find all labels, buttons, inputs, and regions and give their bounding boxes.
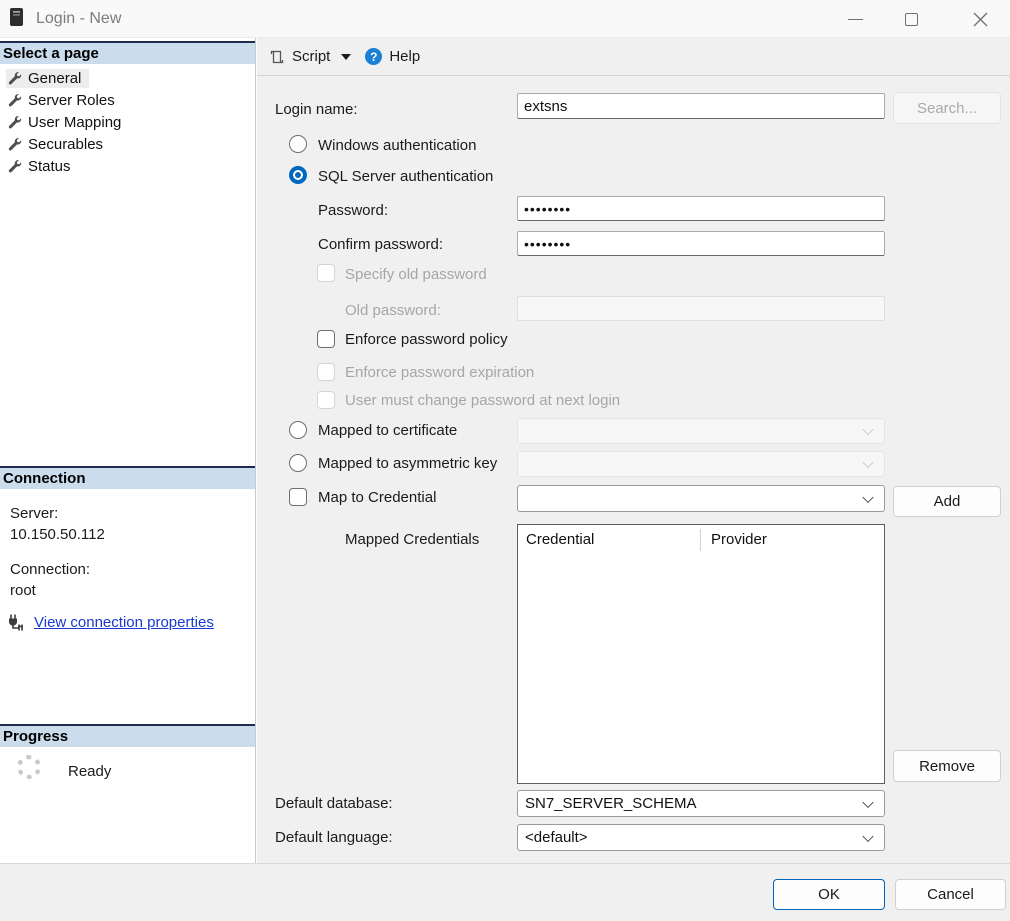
title-bar: Login - New bbox=[0, 0, 1010, 38]
close-button[interactable] bbox=[958, 0, 1002, 38]
progress-spinner-icon bbox=[17, 755, 41, 779]
enforce-password-policy-label: Enforce password policy bbox=[345, 331, 508, 348]
server-label: Server: bbox=[10, 505, 58, 522]
chevron-down-icon bbox=[862, 491, 873, 502]
cancel-button[interactable]: Cancel bbox=[895, 879, 1006, 910]
dialog-toolbar: Script ? Help bbox=[257, 38, 1010, 76]
connection-header: Connection bbox=[0, 466, 255, 489]
sidebar-item-securables[interactable]: Securables bbox=[0, 133, 111, 155]
mapped-credentials-label: Mapped Credentials bbox=[345, 531, 479, 548]
must-change-password-checkbox bbox=[317, 391, 335, 409]
wrench-icon bbox=[8, 71, 22, 85]
sidebar-item-server-roles[interactable]: Server Roles bbox=[0, 89, 123, 111]
default-database-label: Default database: bbox=[275, 795, 393, 812]
windows-authentication-label: Windows authentication bbox=[318, 137, 476, 154]
chevron-down-icon bbox=[862, 796, 873, 807]
connection-value: root bbox=[10, 582, 36, 599]
help-icon: ? bbox=[365, 48, 382, 65]
wrench-icon bbox=[8, 115, 22, 129]
specify-old-password-label: Specify old password bbox=[345, 266, 487, 283]
minimize-button[interactable] bbox=[833, 0, 877, 38]
default-language-select[interactable]: <default> bbox=[517, 824, 885, 851]
remove-button[interactable]: Remove bbox=[893, 750, 1001, 782]
enforce-password-expiration-label: Enforce password expiration bbox=[345, 364, 534, 381]
help-label: Help bbox=[389, 48, 420, 65]
password-label: Password: bbox=[318, 202, 388, 219]
specify-old-password-checkbox bbox=[317, 264, 335, 282]
default-language-label: Default language: bbox=[275, 829, 393, 846]
mapped-to-certificate-radio[interactable] bbox=[289, 421, 307, 439]
wrench-icon bbox=[8, 137, 22, 151]
server-value: 10.150.50.112 bbox=[10, 526, 105, 543]
login-name-label: Login name: bbox=[275, 101, 358, 118]
sidebar-item-user-mapping[interactable]: User Mapping bbox=[0, 111, 129, 133]
credential-column-header: Credential bbox=[518, 529, 701, 551]
sidebar-item-label: General bbox=[28, 70, 81, 87]
mapped-to-certificate-label: Mapped to certificate bbox=[318, 422, 457, 439]
map-to-credential-checkbox[interactable] bbox=[289, 488, 307, 506]
maximize-button[interactable] bbox=[889, 0, 933, 38]
sidebar: Select a page General Server Roles User … bbox=[0, 38, 256, 863]
credential-select[interactable] bbox=[517, 485, 885, 512]
enforce-password-expiration-checkbox bbox=[317, 363, 335, 381]
mapped-to-asymmetric-key-radio[interactable] bbox=[289, 454, 307, 472]
maximize-icon bbox=[905, 13, 918, 26]
chevron-down-icon bbox=[341, 54, 351, 60]
default-language-value: <default> bbox=[525, 829, 588, 846]
connection-label: Connection: bbox=[10, 561, 90, 578]
confirm-password-label: Confirm password: bbox=[318, 236, 443, 253]
close-icon bbox=[973, 12, 988, 27]
script-button[interactable]: Script bbox=[269, 48, 351, 65]
sidebar-item-label: Server Roles bbox=[28, 92, 115, 109]
plug-icon bbox=[6, 613, 25, 632]
script-icon bbox=[269, 49, 285, 65]
asymmetric-key-select bbox=[517, 451, 885, 477]
confirm-password-input[interactable] bbox=[517, 231, 885, 256]
chevron-down-icon bbox=[862, 457, 873, 468]
map-to-credential-label: Map to Credential bbox=[318, 489, 436, 506]
sidebar-item-label: Status bbox=[28, 158, 71, 175]
mapped-credentials-table[interactable]: Credential Provider bbox=[517, 524, 885, 784]
ok-button[interactable]: OK bbox=[773, 879, 885, 910]
sidebar-item-label: User Mapping bbox=[28, 114, 121, 131]
select-a-page-header: Select a page bbox=[0, 41, 255, 64]
login-new-dialog: Login - New Select a page General Server… bbox=[0, 0, 1010, 921]
minimize-icon bbox=[848, 19, 863, 20]
wrench-icon bbox=[8, 93, 22, 107]
old-password-input bbox=[517, 296, 885, 321]
view-connection-properties-row: View connection properties bbox=[6, 613, 214, 632]
help-button[interactable]: ? Help bbox=[365, 48, 420, 65]
sidebar-item-label: Securables bbox=[28, 136, 103, 153]
windows-authentication-radio[interactable] bbox=[289, 135, 307, 153]
sql-server-authentication-radio[interactable] bbox=[289, 166, 307, 184]
password-input[interactable] bbox=[517, 196, 885, 221]
add-button[interactable]: Add bbox=[893, 486, 1001, 517]
login-name-input[interactable] bbox=[517, 93, 885, 119]
enforce-password-policy-checkbox[interactable] bbox=[317, 330, 335, 348]
must-change-password-label: User must change password at next login bbox=[345, 392, 620, 409]
provider-column-header: Provider bbox=[701, 529, 767, 551]
table-header-row: Credential Provider bbox=[518, 525, 884, 555]
progress-header: Progress bbox=[0, 724, 255, 747]
wrench-icon bbox=[8, 159, 22, 173]
script-label: Script bbox=[292, 48, 330, 65]
search-button: Search... bbox=[893, 92, 1001, 124]
view-connection-properties-link[interactable]: View connection properties bbox=[34, 614, 214, 631]
default-database-value: SN7_SERVER_SCHEMA bbox=[525, 795, 696, 812]
old-password-label: Old password: bbox=[345, 302, 441, 319]
server-icon bbox=[10, 8, 23, 26]
mapped-to-asymmetric-key-label: Mapped to asymmetric key bbox=[318, 455, 497, 472]
sidebar-item-status[interactable]: Status bbox=[0, 155, 79, 177]
progress-status: Ready bbox=[68, 763, 111, 780]
chevron-down-icon bbox=[862, 424, 873, 435]
sql-server-authentication-label: SQL Server authentication bbox=[318, 168, 493, 185]
chevron-down-icon bbox=[862, 830, 873, 841]
sidebar-item-general[interactable]: General bbox=[0, 67, 89, 89]
certificate-select bbox=[517, 418, 885, 444]
default-database-select[interactable]: SN7_SERVER_SCHEMA bbox=[517, 790, 885, 817]
window-title: Login - New bbox=[36, 0, 121, 38]
